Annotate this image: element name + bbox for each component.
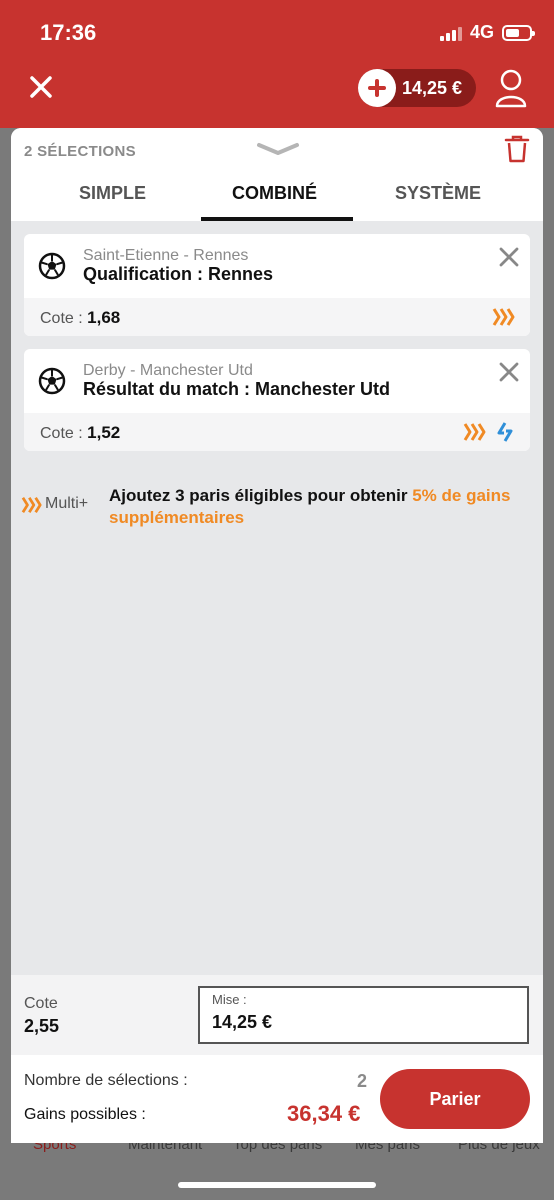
odds-label: Cote : [40, 310, 83, 327]
betslip-header: 2 SÉLECTIONS SIMPLE COMBINÉ SYSTÈME [11, 128, 543, 221]
selection-count-value: 2 [357, 1071, 368, 1091]
status-time: 17:36 [40, 20, 97, 45]
match-name: Saint-Etienne - Rennes [83, 247, 249, 264]
football-icon [38, 367, 66, 395]
balance-button[interactable]: 14,25 € [358, 69, 476, 107]
active-tab-indicator [201, 217, 353, 221]
stake-input[interactable]: Mise : 14,25 € [198, 986, 529, 1044]
selection-count: 2 SÉLECTIONS [24, 143, 136, 160]
odds-change-icon [497, 422, 513, 442]
app-header: 17:36 4G 14,25 € [0, 0, 554, 128]
stake-value[interactable]: 14,25 € [212, 1012, 272, 1033]
user-icon[interactable] [494, 68, 528, 108]
bet-card: Derby - Manchester Utd Résultat du match… [24, 349, 530, 451]
multi-boost-icon [492, 308, 515, 326]
football-icon [38, 252, 66, 280]
promo-text: Ajoutez 3 paris éligibles pour obtenir 5… [109, 485, 529, 529]
place-bet-button[interactable]: Parier [380, 1069, 530, 1129]
bet-type-tabs: SIMPLE COMBINÉ SYSTÈME [11, 178, 543, 221]
signal-icon [439, 25, 462, 41]
multi-boost-icon [21, 497, 42, 513]
tab-combine[interactable]: COMBINÉ [232, 183, 317, 204]
stake-label: Mise : [212, 992, 247, 1007]
total-odds-label: Cote [24, 995, 58, 1012]
potential-winnings-value: 36,34 € [287, 1101, 361, 1126]
stake-area: Cote 2,55 Mise : 14,25 € [11, 975, 543, 1055]
bet-summary: Nombre de sélections : 2 Gains possibles… [11, 1055, 543, 1143]
potential-winnings-label: Gains possibles : [24, 1106, 146, 1123]
tab-systeme[interactable]: SYSTÈME [395, 183, 481, 204]
status-indicators: 4G [439, 22, 535, 43]
close-icon[interactable] [498, 361, 520, 383]
odds-value: 1,52 [87, 423, 121, 442]
network-type: 4G [469, 22, 494, 42]
balance-amount: 14,25 € [402, 77, 463, 98]
close-icon[interactable] [26, 72, 56, 102]
bet-card: Saint-Etienne - Rennes Qualification : R… [24, 234, 530, 336]
plus-icon[interactable] [358, 69, 396, 107]
odds-label: Cote : [40, 425, 83, 442]
promo-message: Ajoutez 3 paris éligibles pour obtenir [109, 486, 413, 505]
tab-simple[interactable]: SIMPLE [79, 183, 146, 204]
betslip-sheet: 2 SÉLECTIONS SIMPLE COMBINÉ SYSTÈME Sain… [11, 128, 543, 1143]
selection-count-label: Nombre de sélections : [24, 1072, 188, 1089]
bet-selection: Qualification : Rennes [83, 264, 274, 284]
multi-plus-promo: Multi+ Ajoutez 3 paris éligibles pour ob… [11, 480, 543, 540]
bet-selection: Résultat du match : Manchester Utd [83, 379, 391, 399]
battery-icon [502, 24, 535, 41]
total-odds-value: 2,55 [24, 1016, 60, 1036]
promo-tag: Multi+ [45, 495, 89, 512]
home-indicator [178, 1182, 376, 1188]
close-icon[interactable] [498, 246, 520, 268]
match-name: Derby - Manchester Utd [83, 362, 253, 379]
trash-icon[interactable] [504, 134, 530, 164]
chevron-down-icon[interactable] [256, 142, 300, 156]
multi-boost-icon [463, 423, 486, 441]
odds-value: 1,68 [87, 308, 121, 327]
